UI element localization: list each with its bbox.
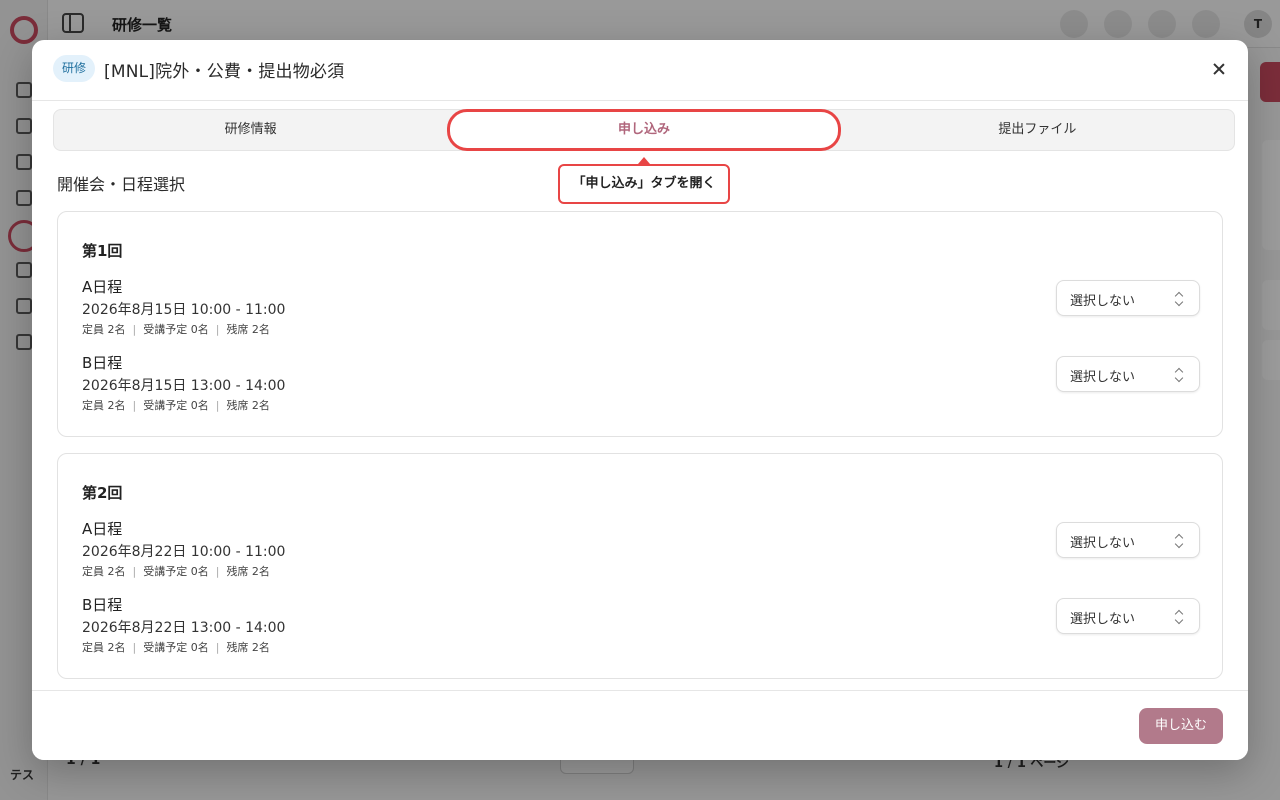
callout-arrow	[638, 157, 650, 164]
select-value: 選択しない	[1070, 294, 1136, 309]
tab-application[interactable]: 申し込み	[447, 109, 841, 151]
remaining-text: 残席 2名	[226, 323, 270, 336]
modal-title: [MNL]院外・公費・提出物必須	[104, 62, 345, 82]
session-card: 第2回 A日程 2026年8月22日 10:00 - 11:00 定員 2名 | 受…	[57, 453, 1223, 679]
select-value: 選択しない	[1070, 536, 1136, 551]
close-icon[interactable]	[1208, 58, 1230, 80]
slot-name: B日程	[82, 596, 123, 614]
session-title: 第1回	[82, 242, 123, 260]
schedule-slot: B日程 2026年8月22日 13:00 - 14:00 定員 2名 | 受講予定 …	[82, 594, 1200, 660]
slot-select[interactable]: 選択しない	[1056, 280, 1200, 316]
planned-text: 受講予定 0名	[143, 323, 209, 336]
slot-capacity: 定員 2名 | 受講予定 0名 | 残席 2名	[82, 399, 270, 412]
section-title: 開催会・日程選択	[57, 175, 186, 194]
session-card: 第1回 A日程 2026年8月15日 10:00 - 11:00 定員 2名 | 受…	[57, 211, 1223, 437]
chevron-up-down-icon	[1175, 610, 1183, 624]
planned-text: 受講予定 0名	[143, 565, 209, 578]
slot-name: A日程	[82, 278, 123, 296]
slot-select[interactable]: 選択しない	[1056, 522, 1200, 558]
chevron-up-down-icon	[1175, 368, 1183, 382]
schedule-slot: B日程 2026年8月15日 13:00 - 14:00 定員 2名 | 受講予定 …	[82, 352, 1200, 418]
slot-select[interactable]: 選択しない	[1056, 598, 1200, 634]
tab-label: 研修情報	[224, 122, 277, 137]
remaining-text: 残席 2名	[226, 399, 270, 412]
slot-capacity: 定員 2名 | 受講予定 0名 | 残席 2名	[82, 565, 270, 578]
remaining-text: 残席 2名	[226, 641, 270, 654]
slot-name: B日程	[82, 354, 123, 372]
modal-footer: 申し込む	[32, 690, 1248, 760]
schedule-slot: A日程 2026年8月22日 10:00 - 11:00 定員 2名 | 受講予定 …	[82, 518, 1200, 584]
tab-bar: 研修情報 申し込み 提出ファイル	[53, 109, 1235, 151]
capacity-text: 定員 2名	[82, 565, 126, 578]
chevron-up-down-icon	[1175, 534, 1183, 548]
capacity-text: 定員 2名	[82, 641, 126, 654]
modal-header: 研修 [MNL]院外・公費・提出物必須	[32, 40, 1248, 101]
slot-capacity: 定員 2名 | 受講予定 0名 | 残席 2名	[82, 641, 270, 654]
remaining-text: 残席 2名	[226, 565, 270, 578]
training-modal: 研修 [MNL]院外・公費・提出物必須 研修情報 申し込み 提出ファイル 「申し…	[32, 40, 1248, 760]
category-badge: 研修	[53, 55, 96, 82]
apply-button[interactable]: 申し込む	[1139, 708, 1223, 744]
slot-select[interactable]: 選択しない	[1056, 356, 1200, 392]
slot-date: 2026年8月22日 13:00 - 14:00	[82, 620, 286, 636]
tab-training-info[interactable]: 研修情報	[54, 110, 447, 150]
slot-capacity: 定員 2名 | 受講予定 0名 | 残席 2名	[82, 323, 270, 336]
capacity-text: 定員 2名	[82, 399, 126, 412]
planned-text: 受講予定 0名	[143, 399, 209, 412]
capacity-text: 定員 2名	[82, 323, 126, 336]
tab-label: 提出ファイル	[998, 122, 1077, 137]
slot-date: 2026年8月22日 10:00 - 11:00	[82, 544, 286, 560]
chevron-up-down-icon	[1175, 292, 1183, 306]
tooltip-callout: 「申し込み」タブを開く	[558, 164, 730, 204]
session-title: 第2回	[82, 484, 123, 502]
tab-label: 申し込み	[617, 122, 670, 137]
select-value: 選択しない	[1070, 370, 1136, 385]
slot-date: 2026年8月15日 10:00 - 11:00	[82, 302, 286, 318]
select-value: 選択しない	[1070, 612, 1136, 627]
slot-name: A日程	[82, 520, 123, 538]
slot-date: 2026年8月15日 13:00 - 14:00	[82, 378, 286, 394]
tab-submission-files[interactable]: 提出ファイル	[841, 110, 1234, 150]
schedule-slot: A日程 2026年8月15日 10:00 - 11:00 定員 2名 | 受講予定 …	[82, 276, 1200, 342]
planned-text: 受講予定 0名	[143, 641, 209, 654]
